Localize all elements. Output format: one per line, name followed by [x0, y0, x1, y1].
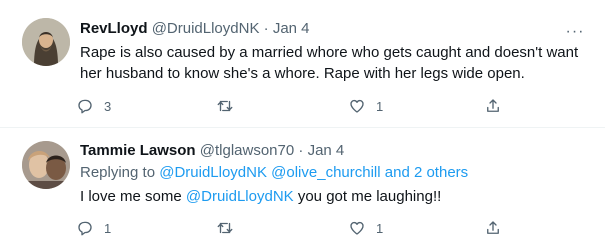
like-icon: [350, 99, 364, 113]
share-icon: [487, 221, 499, 234]
replying-to-links[interactable]: @DruidLloydNK @olive_churchill and 2 oth…: [159, 164, 468, 181]
share-button[interactable]: [484, 218, 502, 238]
tweet-actions: 1 1: [76, 218, 506, 238]
replying-to-label: Replying to: [80, 164, 156, 181]
like-button[interactable]: 1: [348, 96, 383, 116]
user-handle[interactable]: @tlglawson70: [200, 142, 294, 159]
replying-to: Replying to @DruidLloydNK @olive_churchi…: [80, 164, 468, 181]
separator-dot: ·: [298, 142, 304, 159]
tweet-text: Rape is also caused by a married whore w…: [80, 44, 579, 82]
retweet-button[interactable]: [216, 96, 244, 116]
tweet-header: Tammie Lawson @tlglawson70 · Jan 4: [80, 142, 344, 159]
avatar[interactable]: [22, 141, 70, 189]
retweet-button[interactable]: [216, 218, 244, 238]
tweet-1[interactable]: RevLloyd @DruidLloydNK · Jan 4 ··· Rape …: [0, 0, 605, 128]
tweet-2[interactable]: Tammie Lawson @tlglawson70 · Jan 4 Reply…: [0, 128, 605, 244]
tweet-text-end: you got me laughing!!: [297, 188, 442, 205]
display-name[interactable]: RevLloyd: [80, 20, 148, 37]
like-count: 1: [376, 98, 384, 114]
reply-button[interactable]: 3: [76, 96, 111, 116]
retweet-icon: [217, 222, 233, 234]
reply-icon: [78, 221, 92, 236]
display-name[interactable]: Tammie Lawson: [80, 142, 196, 159]
tweet-date[interactable]: Jan 4: [273, 20, 310, 37]
retweet-icon: [217, 100, 233, 112]
share-icon: [487, 99, 499, 112]
share-button[interactable]: [484, 96, 502, 116]
reply-count: 1: [104, 220, 112, 236]
more-icon[interactable]: ···: [565, 22, 585, 42]
tweet-text: I love me some @DruidLloydNK you got me …: [80, 186, 580, 207]
separator-dot: ·: [263, 20, 269, 37]
mention-link[interactable]: @DruidLloydNK: [186, 188, 294, 205]
reply-button[interactable]: 1: [76, 218, 111, 238]
tweet-header: RevLloyd @DruidLloydNK · Jan 4: [80, 20, 310, 37]
avatar[interactable]: [22, 18, 70, 66]
reply-count: 3: [104, 98, 112, 114]
like-button[interactable]: 1: [348, 218, 383, 238]
reply-icon: [78, 99, 92, 114]
tweet-actions: 3 1: [76, 96, 506, 116]
like-icon: [350, 221, 364, 235]
tweet-text-start: I love me some: [80, 188, 182, 205]
like-count: 1: [376, 220, 384, 236]
user-handle[interactable]: @DruidLloydNK: [152, 20, 260, 37]
tweet-date[interactable]: Jan 4: [308, 142, 345, 159]
